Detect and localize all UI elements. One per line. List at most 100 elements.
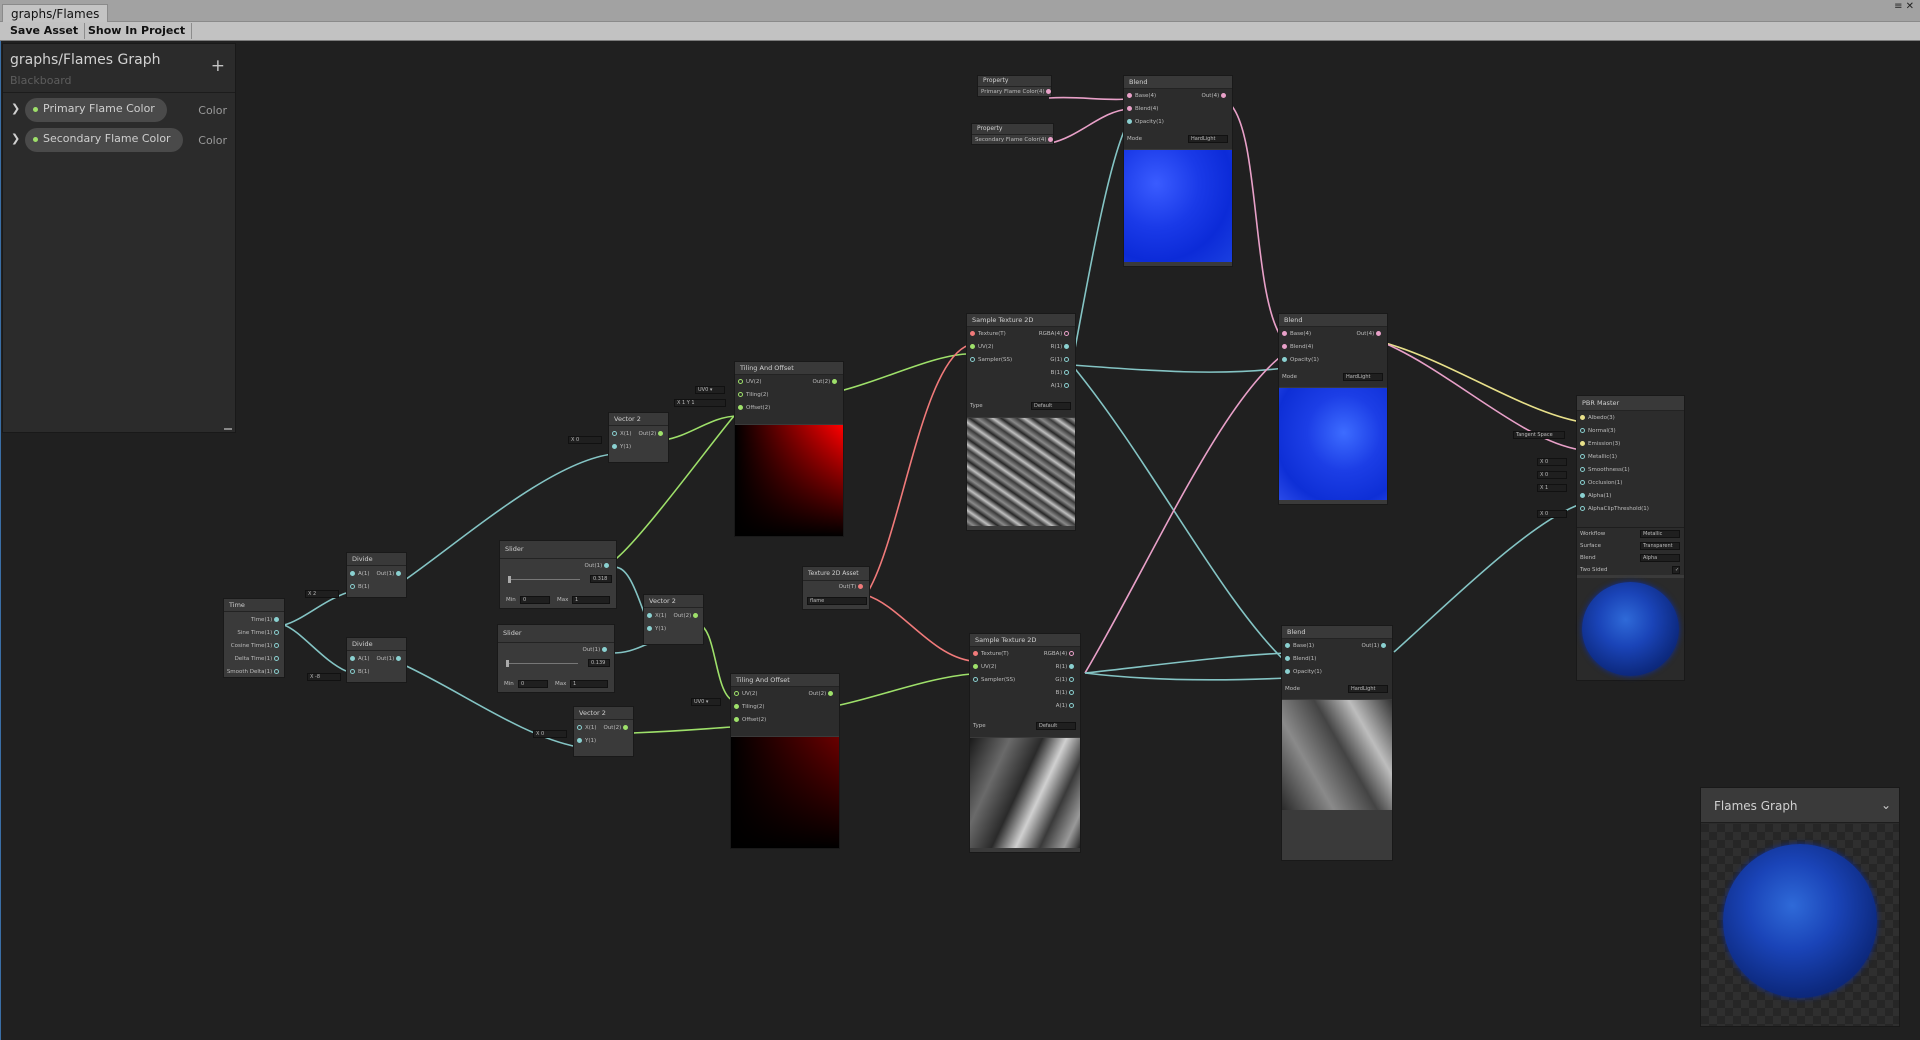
smoothness-field[interactable]: X 0 bbox=[1537, 471, 1567, 479]
pin-out[interactable]: Out(4) bbox=[1356, 331, 1384, 338]
pin-sampler[interactable]: Sampler(SS) bbox=[973, 677, 1015, 684]
pin-normal[interactable]: Normal(3) bbox=[1580, 428, 1616, 435]
pin-b[interactable]: B(1) bbox=[350, 669, 370, 676]
sample-texture-node-1[interactable]: Sample Texture 2D Texture(T) UV(2) Sampl… bbox=[966, 313, 1076, 531]
pin-time[interactable]: Time(1) bbox=[251, 617, 282, 624]
pin-b[interactable]: B(1) bbox=[1056, 690, 1077, 697]
divide-node-1[interactable]: Divide A(1) B(1) Out(1) bbox=[346, 552, 407, 598]
type-dropdown[interactable]: Default bbox=[1031, 402, 1071, 410]
pin-metallic[interactable]: Metallic(1) bbox=[1580, 454, 1617, 461]
property-node-primary[interactable]: Property Primary Flame Color(4) bbox=[977, 75, 1052, 97]
pin-uv[interactable]: UV(2) bbox=[973, 664, 997, 671]
pin-uv[interactable]: UV(2) bbox=[970, 344, 994, 351]
pin-out[interactable]: Out(1) bbox=[376, 571, 404, 578]
pbr-master-node[interactable]: PBR Master Albedo(3) Normal(3) Emission(… bbox=[1576, 395, 1685, 681]
vector2-node-b[interactable]: Vector 2 X(1) Y(1) Out(2) bbox=[643, 594, 704, 645]
pin-alpha[interactable]: Alpha(1) bbox=[1580, 493, 1611, 500]
vector2-node-a[interactable]: Vector 2 X(1) Y(1) Out(2) bbox=[608, 412, 669, 463]
blackboard-panel[interactable]: graphs/Flames Graph Blackboard + ❯ Prima… bbox=[2, 43, 236, 433]
pin-out[interactable]: Out(1) bbox=[1361, 643, 1389, 650]
pin-g[interactable]: G(1) bbox=[1055, 677, 1077, 684]
slider-value[interactable]: 0.139 bbox=[588, 659, 610, 667]
pin-rgba[interactable]: RGBA(4) bbox=[1039, 331, 1072, 338]
pin-base[interactable]: Base(4) bbox=[1282, 331, 1311, 338]
texture2d-asset-node[interactable]: Texture 2D Asset Out(T) flame bbox=[802, 566, 870, 610]
tiling1-uv-dropdown[interactable]: UV0 ▾ bbox=[695, 386, 725, 394]
mode-dropdown[interactable]: HardLight bbox=[1188, 135, 1228, 143]
chevron-down-icon[interactable]: ⌄ bbox=[1881, 798, 1891, 812]
type-dropdown[interactable]: Default bbox=[1036, 722, 1076, 730]
window-controls[interactable]: ≡ ✕ bbox=[1894, 2, 1914, 12]
divide-node-2[interactable]: Divide A(1) B(1) Out(1) bbox=[346, 637, 407, 683]
pin-out[interactable]: Out(2) bbox=[673, 613, 701, 620]
pin-b[interactable]: B(1) bbox=[350, 584, 370, 591]
main-preview-header[interactable]: Flames Graph ⌄ bbox=[1701, 788, 1899, 823]
pin-emission[interactable]: Emission(3) bbox=[1580, 441, 1620, 448]
pin-rgba[interactable]: RGBA(4) bbox=[1044, 651, 1077, 658]
graph-canvas[interactable]: Property Primary Flame Color(4) Property… bbox=[0, 41, 1920, 1040]
pin-x[interactable]: X(1) bbox=[577, 725, 597, 732]
pin-blend[interactable]: Blend(4) bbox=[1127, 106, 1158, 113]
resize-handle[interactable] bbox=[224, 428, 232, 430]
pin-base[interactable]: Base(1) bbox=[1285, 643, 1314, 650]
slider-thumb[interactable] bbox=[508, 576, 511, 583]
vector2-a-x-field[interactable]: X 0 bbox=[568, 436, 602, 444]
pin-b[interactable]: B(1) bbox=[1051, 370, 1072, 377]
pin-opacity[interactable]: Opacity(1) bbox=[1127, 119, 1164, 126]
min-field[interactable]: 0 bbox=[520, 596, 550, 604]
pin-a[interactable]: A(1) bbox=[350, 571, 370, 578]
property-node-secondary[interactable]: Property Secondary Flame Color(4) bbox=[971, 123, 1054, 145]
pin-texture[interactable]: Texture(T) bbox=[973, 651, 1009, 658]
pin-a[interactable]: A(1) bbox=[1051, 383, 1072, 390]
blend-node-middle[interactable]: Blend Base(4) Blend(4) Opacity(1) Out(4)… bbox=[1278, 313, 1388, 505]
pin-sampler[interactable]: Sampler(SS) bbox=[970, 357, 1012, 364]
blackboard-property-row[interactable]: ❯ Primary Flame Color Color bbox=[7, 98, 233, 122]
blend-dropdown[interactable]: Alpha bbox=[1640, 554, 1680, 562]
workflow-dropdown[interactable]: Metallic bbox=[1640, 530, 1680, 538]
window-tab[interactable]: graphs/Flames bbox=[2, 4, 109, 22]
add-property-button[interactable]: + bbox=[211, 56, 225, 76]
divide2-b-field[interactable]: X -8 bbox=[307, 673, 341, 681]
slider-thumb[interactable] bbox=[506, 660, 509, 667]
divide1-b-field[interactable]: X 2 bbox=[305, 590, 339, 598]
pin-out[interactable]: Out(2) bbox=[638, 431, 666, 438]
pin-out[interactable]: Out(1) bbox=[376, 656, 404, 663]
tiling2-uv-dropdown[interactable]: UV0 ▾ bbox=[691, 698, 721, 706]
pin-uv[interactable]: UV(2) bbox=[738, 379, 762, 386]
chevron-right-icon[interactable]: ❯ bbox=[11, 132, 20, 145]
chevron-right-icon[interactable]: ❯ bbox=[11, 102, 20, 115]
pin-tiling[interactable]: Tiling(2) bbox=[738, 392, 769, 399]
property-output[interactable]: Secondary Flame Color(4) bbox=[975, 137, 1056, 144]
pin-g[interactable]: G(1) bbox=[1050, 357, 1072, 364]
property-output[interactable]: Primary Flame Color(4) bbox=[981, 89, 1054, 96]
main-preview-viewport[interactable] bbox=[1701, 824, 1899, 1026]
pin-alpha-clip[interactable]: AlphaClipThreshold(1) bbox=[1580, 506, 1649, 513]
show-in-project-button[interactable]: Show In Project bbox=[82, 23, 193, 39]
alpha-clip-field[interactable]: X 0 bbox=[1537, 510, 1567, 518]
pin-out[interactable]: Out(T) bbox=[839, 584, 866, 591]
pin-y[interactable]: Y(1) bbox=[647, 626, 666, 633]
surface-dropdown[interactable]: Transparent bbox=[1640, 542, 1680, 550]
slider-track[interactable] bbox=[508, 579, 580, 580]
blend-node-lower[interactable]: Blend Base(1) Blend(1) Opacity(1) Out(1)… bbox=[1281, 625, 1393, 861]
pin-r[interactable]: R(1) bbox=[1056, 664, 1077, 671]
pin-offset[interactable]: Offset(2) bbox=[734, 717, 766, 724]
slider-node-1[interactable]: Slider Out(1) 0.318 Min 0 Max 1 bbox=[499, 540, 617, 609]
pin-out[interactable]: Out(2) bbox=[603, 725, 631, 732]
metallic-field[interactable]: X 0 bbox=[1537, 458, 1567, 466]
max-field[interactable]: 1 bbox=[572, 596, 610, 604]
vector2-c-x-field[interactable]: X 0 bbox=[533, 730, 567, 738]
pin-smoothness[interactable]: Smoothness(1) bbox=[1580, 467, 1630, 474]
pin-y[interactable]: Y(1) bbox=[612, 444, 631, 451]
pin-blend[interactable]: Blend(1) bbox=[1285, 656, 1316, 663]
normal-space-dropdown[interactable]: Tangent Space bbox=[1513, 431, 1565, 439]
pin-opacity[interactable]: Opacity(1) bbox=[1282, 357, 1319, 364]
pin-texture[interactable]: Texture(T) bbox=[970, 331, 1006, 338]
pin-sine-time[interactable]: Sine Time(1) bbox=[237, 630, 282, 637]
sample-texture-node-2[interactable]: Sample Texture 2D Texture(T) UV(2) Sampl… bbox=[969, 633, 1081, 853]
pin-x[interactable]: X(1) bbox=[647, 613, 667, 620]
pin-opacity[interactable]: Opacity(1) bbox=[1285, 669, 1322, 676]
pin-uv[interactable]: UV(2) bbox=[734, 691, 758, 698]
pin-out[interactable]: Out(2) bbox=[808, 691, 836, 698]
slider-node-2[interactable]: Slider Out(1) 0.139 Min 0 Max 1 bbox=[497, 624, 615, 693]
